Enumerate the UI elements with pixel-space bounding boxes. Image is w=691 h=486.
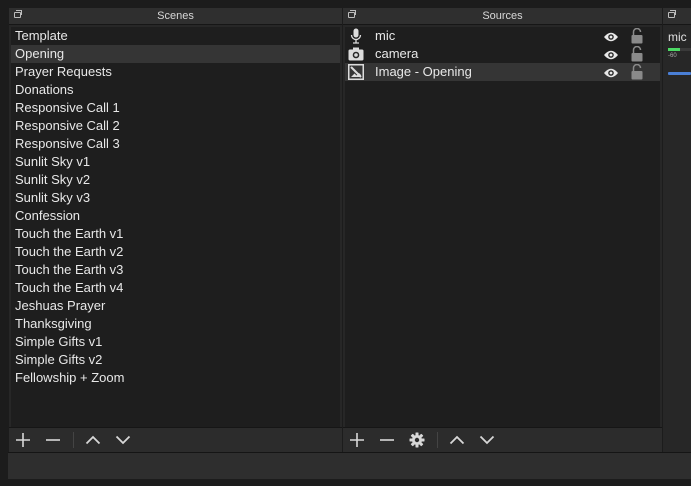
float-dock-icon[interactable]	[14, 10, 22, 18]
mixer-dock-header[interactable]	[663, 8, 691, 25]
scene-item[interactable]: Touch the Earth v2	[11, 243, 340, 261]
scene-item[interactable]: Confession	[11, 207, 340, 225]
scene-item[interactable]: Responsive Call 2	[11, 117, 340, 135]
audio-mixer-dock: mic -60	[663, 8, 691, 452]
meter-scale-label: -60	[668, 53, 677, 59]
gear-icon	[409, 432, 425, 448]
unlock-icon[interactable]	[631, 63, 643, 85]
scenes-dock: Scenes Template Opening Prayer Requests Don…	[9, 8, 342, 452]
source-item-label: camera	[375, 46, 419, 61]
remove-source-button[interactable]	[375, 428, 399, 452]
camera-icon	[348, 46, 364, 62]
remove-icon	[380, 439, 394, 441]
scene-item[interactable]: Prayer Requests	[11, 63, 340, 81]
mixer-track-label: mic	[668, 30, 687, 44]
float-dock-icon[interactable]	[668, 10, 676, 18]
scene-item[interactable]: Jeshuas Prayer	[11, 297, 340, 315]
microphone-icon	[348, 28, 364, 44]
source-item[interactable]: Image - Opening	[345, 63, 660, 81]
scene-item[interactable]: Simple Gifts v1	[11, 333, 340, 351]
status-bar	[8, 452, 691, 479]
source-item[interactable]: camera	[345, 45, 660, 63]
scene-item[interactable]: Sunlit Sky v3	[11, 189, 340, 207]
image-icon	[348, 64, 364, 80]
move-scene-up-button[interactable]	[81, 428, 105, 452]
scene-item[interactable]: Sunlit Sky v2	[11, 171, 340, 189]
scene-item[interactable]: Touch the Earth v1	[11, 225, 340, 243]
toolbar-separator	[73, 432, 74, 448]
scenes-dock-header[interactable]: Scenes	[9, 8, 342, 25]
scene-item[interactable]: Thanksgiving	[11, 315, 340, 333]
scene-item[interactable]: Sunlit Sky v1	[11, 153, 340, 171]
scene-item[interactable]: Fellowship + Zoom	[11, 369, 340, 387]
scene-item[interactable]: Donations	[11, 81, 340, 99]
eye-icon[interactable]	[603, 66, 619, 84]
remove-icon	[46, 439, 60, 441]
scene-item[interactable]: Template	[11, 27, 340, 45]
volume-meter	[668, 48, 691, 51]
source-list[interactable]: mic camera Image - Opening	[345, 27, 660, 428]
sources-toolbar	[343, 427, 662, 452]
toolbar-separator	[437, 432, 438, 448]
add-icon	[350, 433, 364, 447]
add-scene-button[interactable]	[11, 428, 35, 452]
scenes-toolbar	[9, 427, 342, 452]
move-source-down-button[interactable]	[475, 428, 499, 452]
scene-list[interactable]: Template Opening Prayer Requests Donations R…	[11, 27, 340, 428]
add-icon	[16, 433, 30, 447]
move-down-icon	[115, 435, 131, 445]
move-up-icon	[85, 435, 101, 445]
scene-item[interactable]: Touch the Earth v3	[11, 261, 340, 279]
sources-dock: Sources mic camera Image - Opening	[343, 8, 662, 452]
scene-item[interactable]: Opening	[11, 45, 340, 63]
sources-title: Sources	[482, 10, 523, 22]
float-dock-icon[interactable]	[348, 10, 356, 18]
sources-dock-header[interactable]: Sources	[343, 8, 662, 25]
move-down-icon	[479, 435, 495, 445]
scene-item[interactable]: Responsive Call 1	[11, 99, 340, 117]
add-source-button[interactable]	[345, 428, 369, 452]
scenes-title: Scenes	[157, 10, 194, 22]
move-source-up-button[interactable]	[445, 428, 469, 452]
scene-item[interactable]: Touch the Earth v4	[11, 279, 340, 297]
source-item-label: mic	[375, 28, 396, 43]
source-item-label: Image - Opening	[375, 64, 472, 79]
scene-item[interactable]: Simple Gifts v2	[11, 351, 340, 369]
move-scene-down-button[interactable]	[111, 428, 135, 452]
volume-meter-level	[668, 48, 680, 51]
source-item[interactable]: mic	[345, 27, 660, 45]
volume-slider[interactable]	[668, 72, 691, 75]
move-up-icon	[449, 435, 465, 445]
remove-scene-button[interactable]	[41, 428, 65, 452]
source-properties-button[interactable]	[405, 428, 429, 452]
scene-item[interactable]: Responsive Call 3	[11, 135, 340, 153]
